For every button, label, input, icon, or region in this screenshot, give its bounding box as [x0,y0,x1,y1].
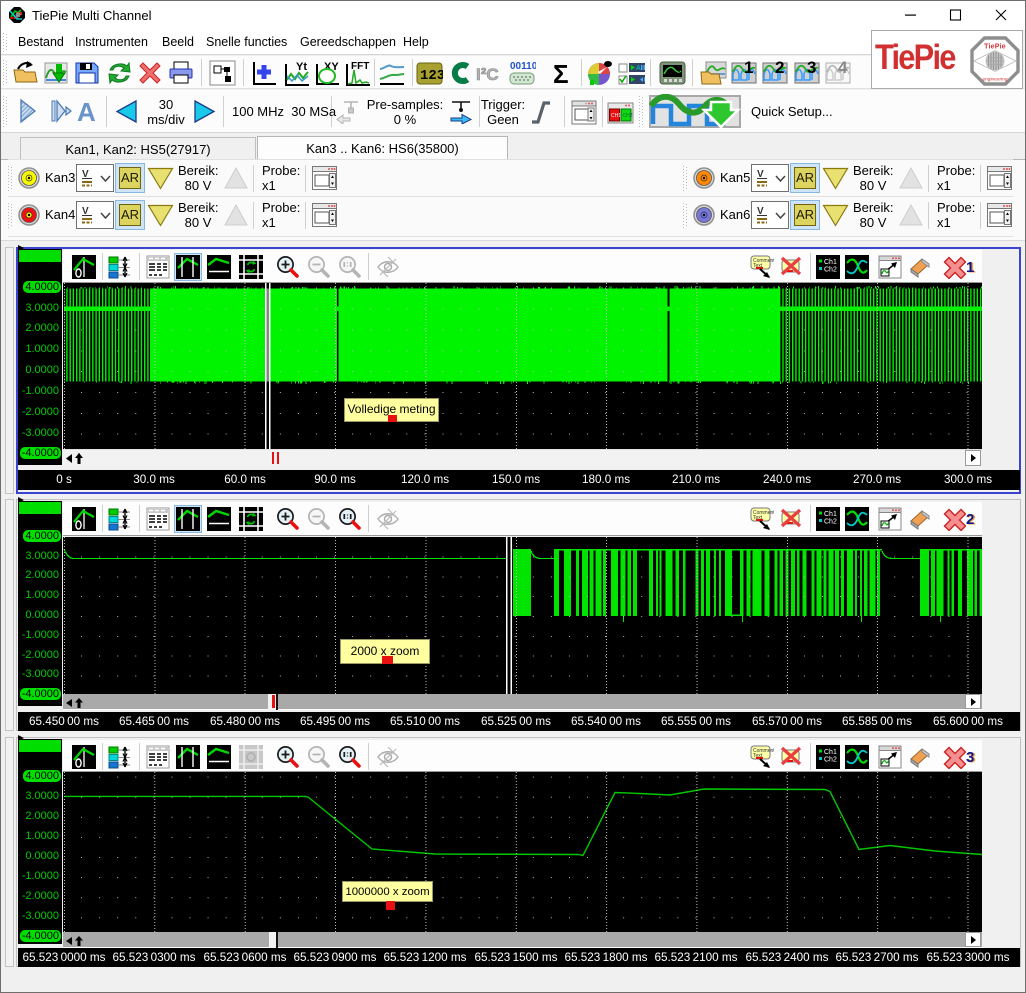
svg-text:A: A [636,65,641,72]
svg-text:Ch1: Ch1 [824,511,837,518]
svg-text:Yt: Yt [296,61,307,73]
svg-text:00110: 00110 [510,61,536,72]
svg-text:123: 123 [420,68,443,84]
svg-text:Ch1: Ch1 [824,749,837,756]
svg-text:3: 3 [807,60,816,77]
svg-text:CH2: CH2 [623,113,633,119]
svg-text:1: 1 [744,60,753,77]
svg-text:Ch2: Ch2 [824,519,837,526]
svg-text:Ch2: Ch2 [824,757,837,764]
svg-text:TiePie: TiePie [984,44,1006,51]
svg-text:engineering: engineering [982,77,1007,83]
svg-text:CH1: CH1 [611,113,621,119]
svg-text:4: 4 [838,60,848,77]
svg-text:2: 2 [775,60,784,77]
svg-text:Ch1: Ch1 [824,259,837,266]
svg-text:Σ: Σ [553,60,569,86]
svg-text:I²C: I²C [476,65,499,84]
svg-text:Ch2: Ch2 [824,267,837,274]
